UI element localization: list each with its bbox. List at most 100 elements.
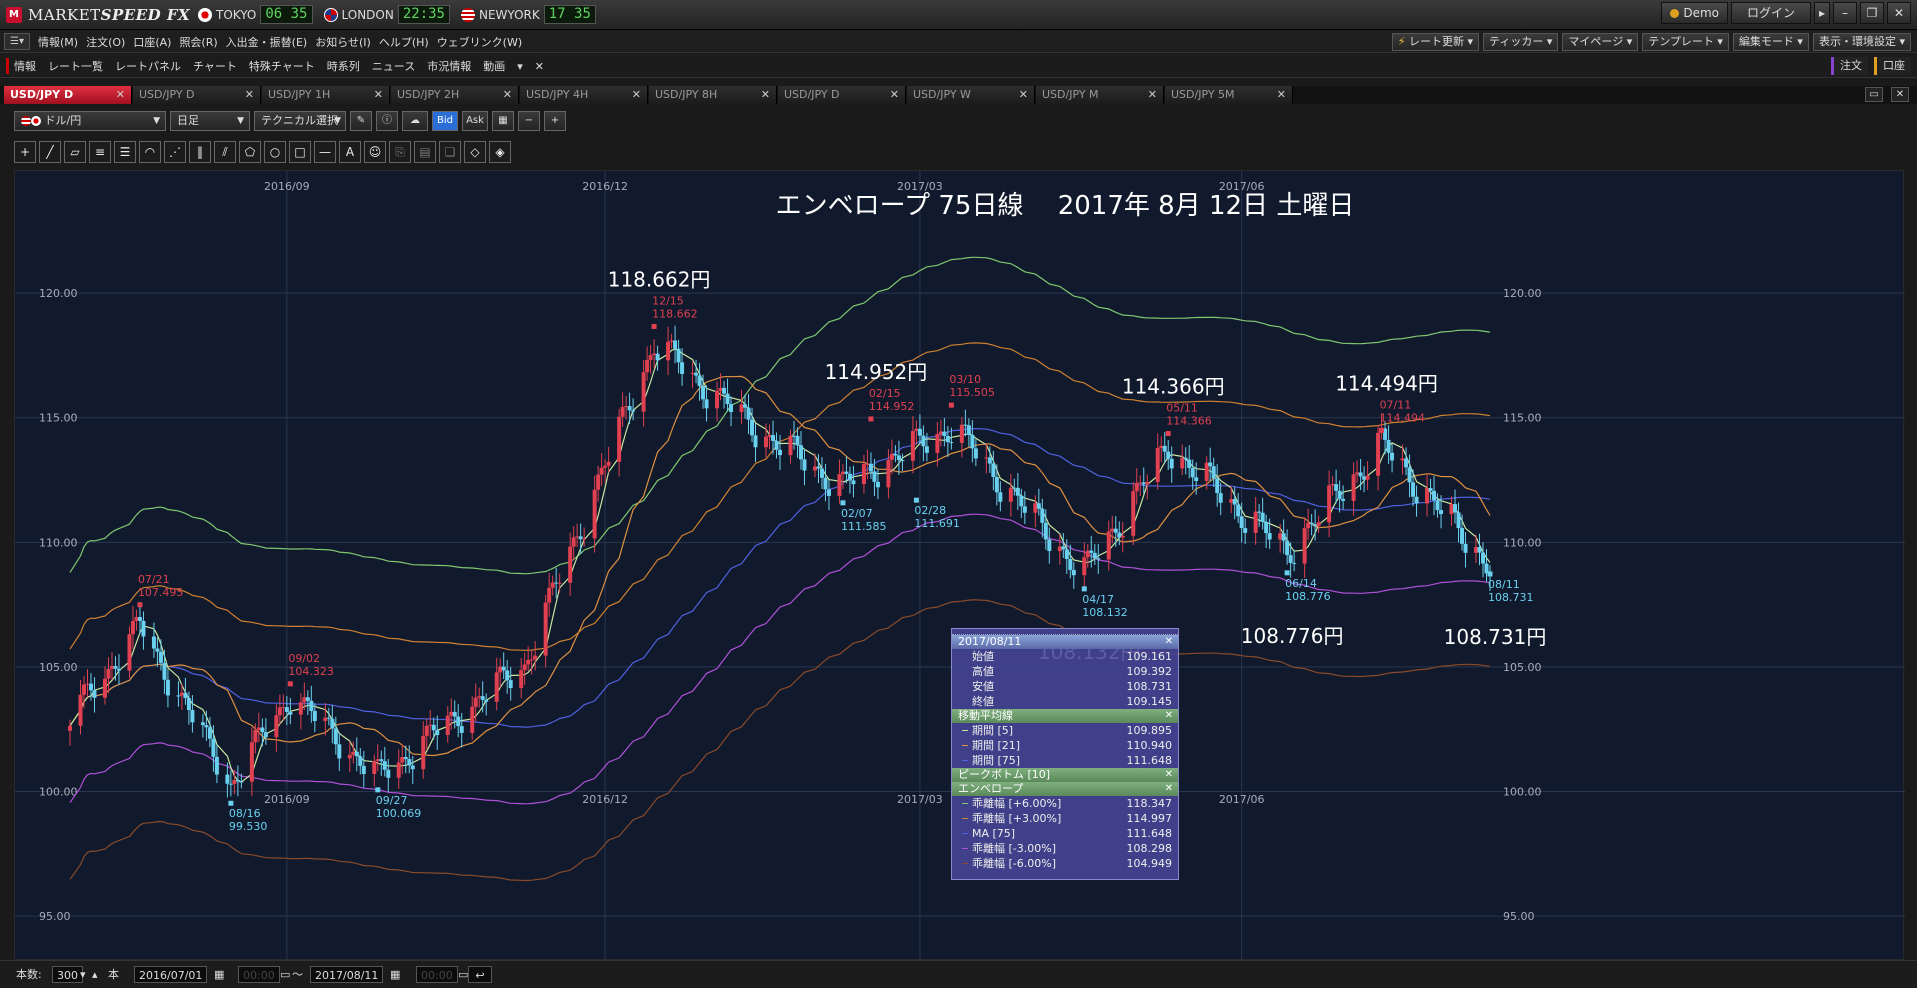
chevron-up-icon[interactable]: ▴ bbox=[92, 966, 98, 983]
mypage-button[interactable]: マイページ ▾ bbox=[1562, 33, 1639, 51]
close-icon[interactable]: ✕ bbox=[1891, 87, 1909, 102]
close-icon[interactable]: ✕ bbox=[1165, 709, 1173, 723]
chart-tab[interactable]: USD/JPY 4H ✕ bbox=[520, 86, 648, 104]
chart-tab[interactable]: USD/JPY 2H ✕ bbox=[391, 86, 519, 104]
from-time-input[interactable]: 00:00 bbox=[238, 966, 280, 983]
pitchfork-icon[interactable]: ⫽ bbox=[214, 141, 236, 163]
quick-video[interactable]: 動画 bbox=[483, 58, 505, 74]
chevron-down-icon[interactable]: ▾ bbox=[80, 966, 86, 983]
close-icon[interactable]: ✕ bbox=[1165, 782, 1173, 796]
menu-account[interactable]: 口座(A) bbox=[133, 34, 171, 50]
menu-weblink[interactable]: ウェブリンク(W) bbox=[437, 34, 522, 50]
quick-market-info[interactable]: 市況情報 bbox=[427, 58, 471, 74]
technical-select[interactable]: テクニカル選択 ▼ bbox=[254, 111, 346, 131]
fibonacci-icon[interactable]: ☰ bbox=[114, 141, 136, 163]
chart-tab[interactable]: USD/JPY D ✕ bbox=[778, 86, 906, 104]
calendar-icon[interactable]: ▦ bbox=[390, 966, 400, 983]
ruler-icon[interactable]: ▱ bbox=[64, 141, 86, 163]
menu-order[interactable]: 注文(O) bbox=[86, 34, 125, 50]
close-icon[interactable]: ✕ bbox=[1887, 2, 1911, 24]
emoji-icon[interactable]: ☺ bbox=[364, 141, 386, 163]
period-select[interactable]: 日足 ▼ bbox=[170, 111, 250, 131]
close-icon[interactable]: ✕ bbox=[1019, 86, 1028, 104]
maximize-icon[interactable]: ▭ bbox=[1865, 87, 1883, 102]
rectangle-icon[interactable]: □ bbox=[289, 141, 311, 163]
to-date-input[interactable]: 2017/08/11 bbox=[310, 966, 384, 983]
close-icon[interactable]: ✕ bbox=[890, 86, 899, 104]
dropdown-icon[interactable]: ▾ bbox=[517, 60, 523, 73]
calendar-icon[interactable]: ▦ bbox=[214, 966, 224, 983]
account-button[interactable]: 口座 bbox=[1874, 57, 1911, 75]
text-icon[interactable]: A bbox=[339, 141, 361, 163]
zoom-out-icon[interactable]: − bbox=[518, 111, 540, 131]
login-button[interactable]: ログイン bbox=[1731, 2, 1811, 24]
duplicate-icon[interactable]: ❏ bbox=[439, 141, 461, 163]
close-icon[interactable]: ✕ bbox=[1148, 86, 1157, 104]
quick-timeseries[interactable]: 時系列 bbox=[327, 58, 360, 74]
menu-notice[interactable]: お知らせ(I) bbox=[315, 34, 371, 50]
eraser-icon[interactable]: ◇ bbox=[464, 141, 486, 163]
paste-icon[interactable]: ▤ bbox=[414, 141, 436, 163]
rate-update-button[interactable]: ⚡ レート更新 ▾ bbox=[1391, 33, 1480, 51]
chart-tab[interactable]: USD/JPY D ✕ bbox=[4, 86, 132, 104]
data-window[interactable]: 2017/08/11 ✕ 始値 109.161 高値 109.392 安値 108.73… bbox=[951, 628, 1179, 880]
quick-rate-list[interactable]: レート一覧 bbox=[48, 58, 103, 74]
trendline-icon[interactable]: ╱ bbox=[39, 141, 61, 163]
chart-tab[interactable]: USD/JPY D ✕ bbox=[133, 86, 261, 104]
ask-button[interactable]: Ask bbox=[462, 111, 488, 131]
close-icon[interactable]: ✕ bbox=[245, 86, 254, 104]
quick-news[interactable]: ニュース bbox=[372, 58, 415, 74]
restore-icon[interactable]: ❐ bbox=[1860, 2, 1884, 24]
clock-icon[interactable]: ▭ bbox=[458, 966, 468, 983]
edit-mode-button[interactable]: 編集モード ▾ bbox=[1732, 33, 1809, 51]
template-button[interactable]: テンプレート ▾ bbox=[1642, 33, 1729, 51]
menu-deposit[interactable]: 入出金・振替(E) bbox=[226, 34, 308, 50]
pentagon-icon[interactable]: ⬠ bbox=[239, 141, 261, 163]
info-icon[interactable]: ⓘ bbox=[376, 111, 398, 131]
refresh-icon[interactable]: ↩ bbox=[468, 966, 492, 983]
close-icon[interactable]: ✕ bbox=[116, 86, 125, 104]
quick-chart[interactable]: チャート bbox=[193, 58, 237, 74]
close-icon[interactable]: ✕ bbox=[1165, 635, 1173, 649]
close-icon[interactable]: ✕ bbox=[761, 86, 770, 104]
close-icon[interactable]: ✕ bbox=[535, 60, 544, 73]
fan-icon[interactable]: ⋰ bbox=[164, 141, 186, 163]
close-icon[interactable]: ✕ bbox=[1277, 86, 1286, 104]
vertical-lines-icon[interactable]: ‖ bbox=[189, 141, 211, 163]
close-icon[interactable]: ✕ bbox=[374, 86, 383, 104]
demo-button[interactable]: Demo bbox=[1661, 2, 1728, 24]
clock-icon[interactable]: ▭ bbox=[280, 966, 290, 983]
zoom-in-icon[interactable]: + bbox=[544, 111, 566, 131]
chart-tab[interactable]: USD/JPY 1H ✕ bbox=[262, 86, 390, 104]
quick-special-chart[interactable]: 特殊チャート bbox=[249, 58, 315, 74]
cloud-icon[interactable]: ☁ bbox=[402, 111, 428, 131]
close-icon[interactable]: ✕ bbox=[632, 86, 641, 104]
minimize-icon[interactable]: – bbox=[1833, 2, 1857, 24]
chart-tab[interactable]: USD/JPY W ✕ bbox=[907, 86, 1035, 104]
copy-icon[interactable]: ⎘ bbox=[389, 141, 411, 163]
channel-icon[interactable]: ≡ bbox=[89, 141, 111, 163]
crosshair-icon[interactable]: + bbox=[14, 141, 36, 163]
pen-icon[interactable]: ✎ bbox=[350, 111, 372, 131]
menu-info[interactable]: 情報(M) bbox=[38, 34, 78, 50]
arc-icon[interactable]: ◠ bbox=[139, 141, 161, 163]
horizontal-line-icon[interactable]: — bbox=[314, 141, 336, 163]
circle-icon[interactable]: ○ bbox=[264, 141, 286, 163]
ticker-button[interactable]: ティッカー ▾ bbox=[1483, 33, 1559, 51]
close-icon[interactable]: ✕ bbox=[503, 86, 512, 104]
count-input[interactable]: 300 bbox=[52, 966, 83, 983]
menu-help[interactable]: ヘルプ(H) bbox=[379, 34, 429, 50]
erase-all-icon[interactable]: ◈ bbox=[489, 141, 511, 163]
symbol-select[interactable]: ドル/円 ▼ bbox=[14, 111, 166, 131]
quick-rate-panel[interactable]: レートパネル bbox=[115, 58, 181, 74]
bid-button[interactable]: Bid bbox=[432, 111, 458, 131]
menu-inquiry[interactable]: 照会(R) bbox=[179, 34, 217, 50]
chart-style-icon[interactable]: ▦ bbox=[492, 111, 514, 131]
chart-tab[interactable]: USD/JPY M ✕ bbox=[1036, 86, 1164, 104]
to-time-input[interactable]: 00:00 bbox=[416, 966, 458, 983]
chart-tab[interactable]: USD/JPY 5M ✕ bbox=[1165, 86, 1293, 104]
display-settings-button[interactable]: 表示・環境設定 ▾ bbox=[1812, 33, 1911, 51]
chart-tab[interactable]: USD/JPY 8H ✕ bbox=[649, 86, 777, 104]
quick-info[interactable]: 情報 bbox=[6, 58, 36, 74]
from-date-input[interactable]: 2016/07/01 bbox=[134, 966, 208, 983]
